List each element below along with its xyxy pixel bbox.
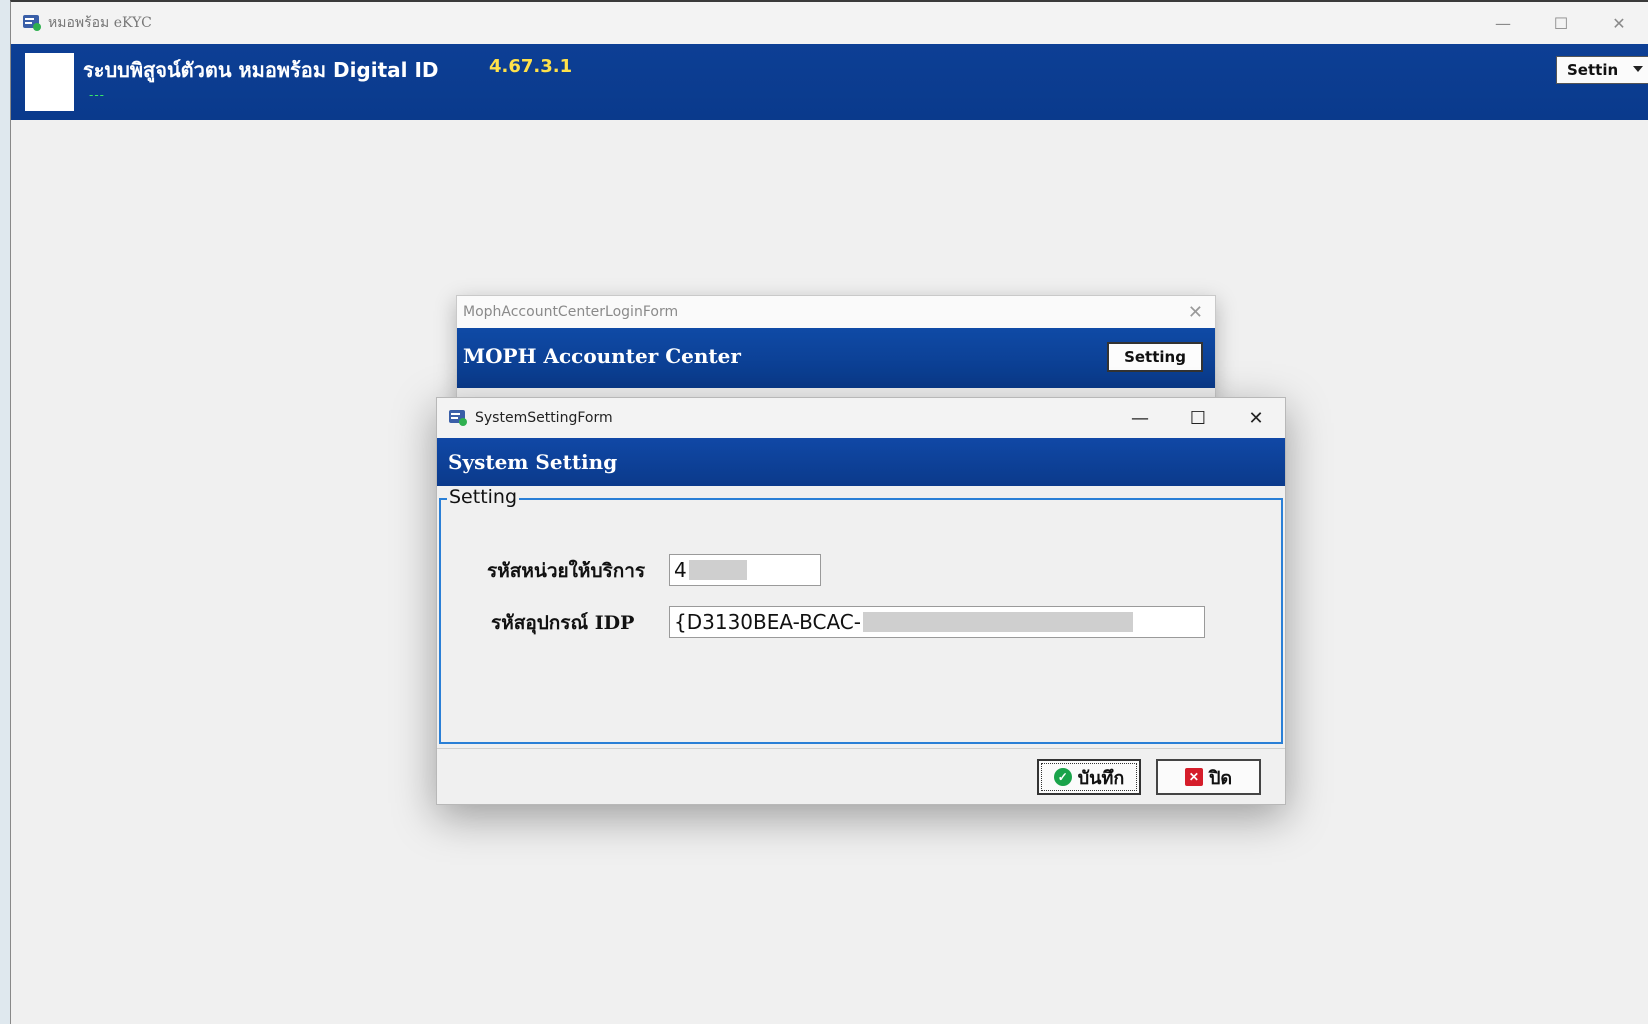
check-icon: ✓ [1053, 768, 1072, 786]
service-unit-code-input[interactable]: 4 [669, 554, 821, 586]
save-button[interactable]: ✓ บันทึก [1037, 759, 1141, 795]
window-title: หมอพร้อม eKYC [48, 15, 152, 31]
logo [25, 53, 74, 111]
login-form-titlebar: MophAccountCenterLoginForm ✕ [457, 296, 1215, 328]
close-button[interactable]: ✕ [1227, 398, 1285, 438]
service-unit-code-label: รหัสหน่วยให้บริการ [487, 560, 646, 582]
dialog-title: SystemSettingForm [475, 410, 613, 426]
redacted-block [862, 612, 1133, 632]
idp-device-code-label: รหัสอุปกรณ์ IDP [491, 612, 635, 634]
header-band: ระบบพิสูจน์ตัวตน หมอพร้อม Digital ID 4.6… [11, 44, 1648, 120]
setting-dropdown[interactable]: Settin [1556, 56, 1648, 84]
idp-device-code-value: {D3130BEA-BCAC- [674, 610, 861, 634]
login-form-window: MophAccountCenterLoginForm ✕ MOPH Accoun… [456, 295, 1216, 400]
dialog-titlebar: SystemSettingForm — ☐ ✕ [437, 398, 1285, 438]
dialog-heading: System Setting [448, 450, 618, 474]
close-button[interactable]: ✕ [1590, 2, 1648, 44]
redacted-block [688, 560, 747, 580]
version-label: 4.67.3.1 [489, 56, 573, 77]
service-unit-code-value: 4 [674, 558, 687, 582]
save-button-label: บันทึก [1077, 767, 1125, 789]
chevron-down-icon [1633, 66, 1643, 72]
footer-divider [437, 748, 1285, 749]
system-setting-dialog: SystemSettingForm — ☐ ✕ System Setting S… [436, 397, 1286, 805]
login-form-title: MophAccountCenterLoginForm [463, 304, 679, 320]
app-icon [449, 410, 467, 426]
setting-button[interactable]: Setting [1107, 342, 1203, 372]
close-icon: ✕ [1184, 768, 1203, 786]
maximize-button[interactable]: ☐ [1169, 398, 1227, 438]
app-icon [23, 15, 41, 31]
close-dialog-button-label: ปิด [1208, 767, 1233, 789]
main-titlebar: หมอพร้อม eKYC — ☐ ✕ [11, 2, 1648, 44]
login-form-header: MOPH Accounter Center Setting [457, 328, 1215, 388]
desktop-background [0, 0, 10, 1024]
login-form-heading: MOPH Accounter Center [463, 344, 741, 368]
close-icon[interactable]: ✕ [1188, 302, 1203, 323]
setting-dropdown-label: Settin [1567, 61, 1619, 79]
groupbox-label: Setting [447, 486, 520, 508]
setting-groupbox: Setting รหัสหน่วยให้บริการ 4 รหัสอุปกรณ์… [439, 486, 1283, 744]
minimize-button[interactable]: — [1111, 398, 1169, 438]
status-text: --- [89, 88, 105, 102]
idp-device-code-input[interactable]: {D3130BEA-BCAC- [669, 606, 1205, 638]
close-dialog-button[interactable]: ✕ ปิด [1156, 759, 1261, 795]
minimize-button[interactable]: — [1474, 2, 1532, 44]
maximize-button[interactable]: ☐ [1532, 2, 1590, 44]
dialog-header: System Setting [437, 438, 1285, 486]
page-title: ระบบพิสูจน์ตัวตน หมอพร้อม Digital ID [83, 58, 439, 82]
